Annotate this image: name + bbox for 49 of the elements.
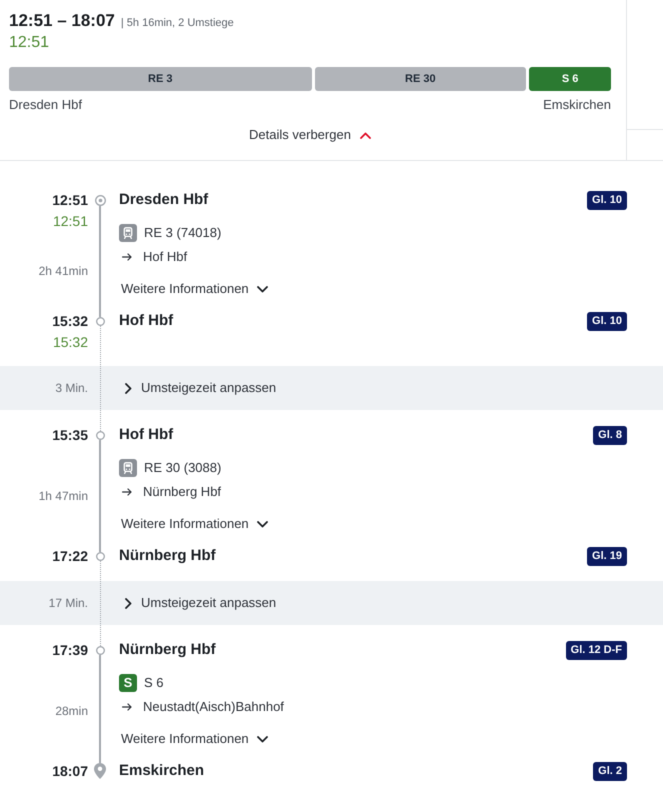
departure-time: 12:51 xyxy=(52,191,88,210)
platform-badge: Gl. 8 xyxy=(593,426,627,444)
trip-time-range: 12:51 – 18:07 xyxy=(9,10,115,32)
platform-badge: Gl. 10 xyxy=(587,190,627,210)
travel-duration: 1h 47min xyxy=(38,488,88,504)
transfer-time: 17 Min. xyxy=(48,595,88,612)
route-segment: RE 30 xyxy=(314,67,526,91)
more-info-link[interactable]: Weitere Informationen xyxy=(121,512,268,536)
station-name: Emskirchen xyxy=(119,761,204,781)
details-toggle[interactable]: Details verbergen xyxy=(249,124,371,146)
arrival-time: 17:22 xyxy=(52,547,88,566)
adjust-transfer-button[interactable]: Umsteigezeit anpassen xyxy=(125,378,276,398)
departure-time: 17:39 xyxy=(52,641,88,660)
more-info-link[interactable]: Weitere Informationen xyxy=(121,277,268,301)
adjust-transfer-button[interactable]: Umsteigezeit anpassen xyxy=(125,593,276,613)
destination-station: Emskirchen xyxy=(543,96,611,114)
arrow-right-icon xyxy=(122,703,132,711)
train-name: S 6 xyxy=(144,674,164,692)
travel-duration: 28min xyxy=(55,702,88,720)
trip-summary: | 5h 16min, 2 Umstiege xyxy=(120,16,234,31)
direction-station: Neustadt(Aisch)Bahnhof xyxy=(143,698,284,716)
origin-station: Dresden Hbf xyxy=(9,96,82,114)
station-name: Hof Hbf xyxy=(119,425,174,445)
arrow-right-icon xyxy=(122,488,132,496)
station-name: Nürnberg Hbf xyxy=(119,546,216,566)
arrival-time: 15:32 xyxy=(52,312,88,331)
line-logo: S xyxy=(119,674,137,692)
train-name: RE 3 (74018) xyxy=(144,224,222,242)
route-segment: S 6 xyxy=(529,67,611,91)
transfer-time: 3 Min. xyxy=(55,380,88,397)
arrival-time: 18:07 xyxy=(52,762,88,781)
arrow-right-icon xyxy=(122,253,132,261)
platform-badge: Gl. 12 D-F xyxy=(566,640,627,660)
route-segment: RE 3 xyxy=(9,67,312,91)
platform-badge: Gl. 2 xyxy=(593,762,627,780)
train-name: RE 30 (3088) xyxy=(144,459,222,478)
realtime-time: 15:32 xyxy=(52,333,88,352)
station-name: Hof Hbf xyxy=(119,311,174,331)
direction-station: Nürnberg Hbf xyxy=(143,483,222,502)
station-name: Nürnberg Hbf xyxy=(119,640,216,660)
direction-station: Hof Hbf xyxy=(143,248,188,266)
realtime-departure: 12:51 xyxy=(9,33,50,53)
platform-badge: Gl. 10 xyxy=(587,312,627,330)
departure-time: 15:35 xyxy=(52,426,88,445)
more-info-link[interactable]: Weitere Informationen xyxy=(121,727,268,751)
station-name: Dresden Hbf xyxy=(119,190,208,210)
platform-badge: Gl. 19 xyxy=(587,546,627,566)
travel-duration: 2h 41min xyxy=(38,262,88,280)
realtime-time: 12:51 xyxy=(52,212,88,231)
